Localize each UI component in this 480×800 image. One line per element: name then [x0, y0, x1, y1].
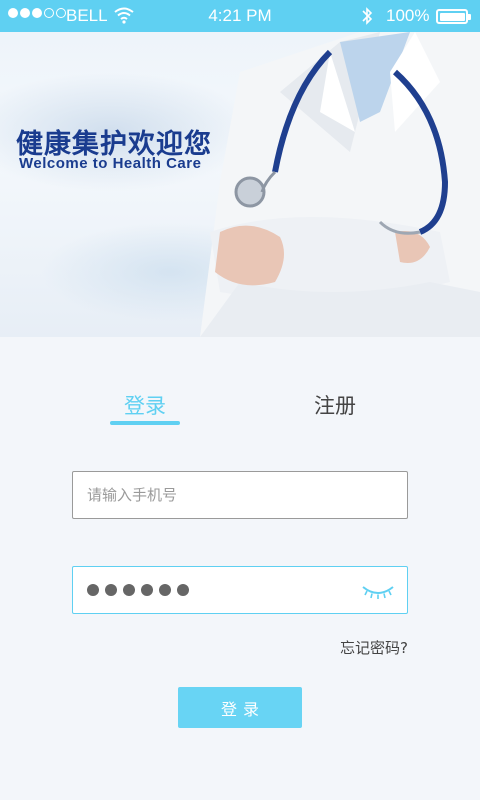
- tab-login[interactable]: 登录: [110, 390, 180, 420]
- phone-input[interactable]: [73, 472, 407, 518]
- login-button[interactable]: 登录: [178, 687, 302, 728]
- eye-closed-icon[interactable]: [361, 581, 395, 601]
- password-dot: [105, 584, 117, 596]
- bluetooth-icon: [362, 7, 373, 25]
- battery-percent: 100%: [386, 6, 430, 25]
- password-mask: [87, 584, 189, 596]
- tab-register[interactable]: 注册: [300, 390, 370, 420]
- password-dot: [141, 584, 153, 596]
- password-dot: [123, 584, 135, 596]
- hero-banner: 健康集护欢迎您 Welcome to Health Care: [0, 32, 480, 337]
- battery-icon: [436, 9, 471, 24]
- phone-field[interactable]: [72, 471, 408, 519]
- doctor-illustration: [200, 32, 480, 337]
- password-dot: [159, 584, 171, 596]
- forgot-password-link[interactable]: 忘记密码?: [340, 637, 408, 658]
- password-field[interactable]: [72, 566, 408, 614]
- status-bar: BELL 4:21 PM 100%: [0, 0, 480, 32]
- tab-active-indicator: [110, 421, 180, 425]
- banner-title-en: Welcome to Health Care: [19, 155, 202, 172]
- password-dot: [87, 584, 99, 596]
- password-dot: [177, 584, 189, 596]
